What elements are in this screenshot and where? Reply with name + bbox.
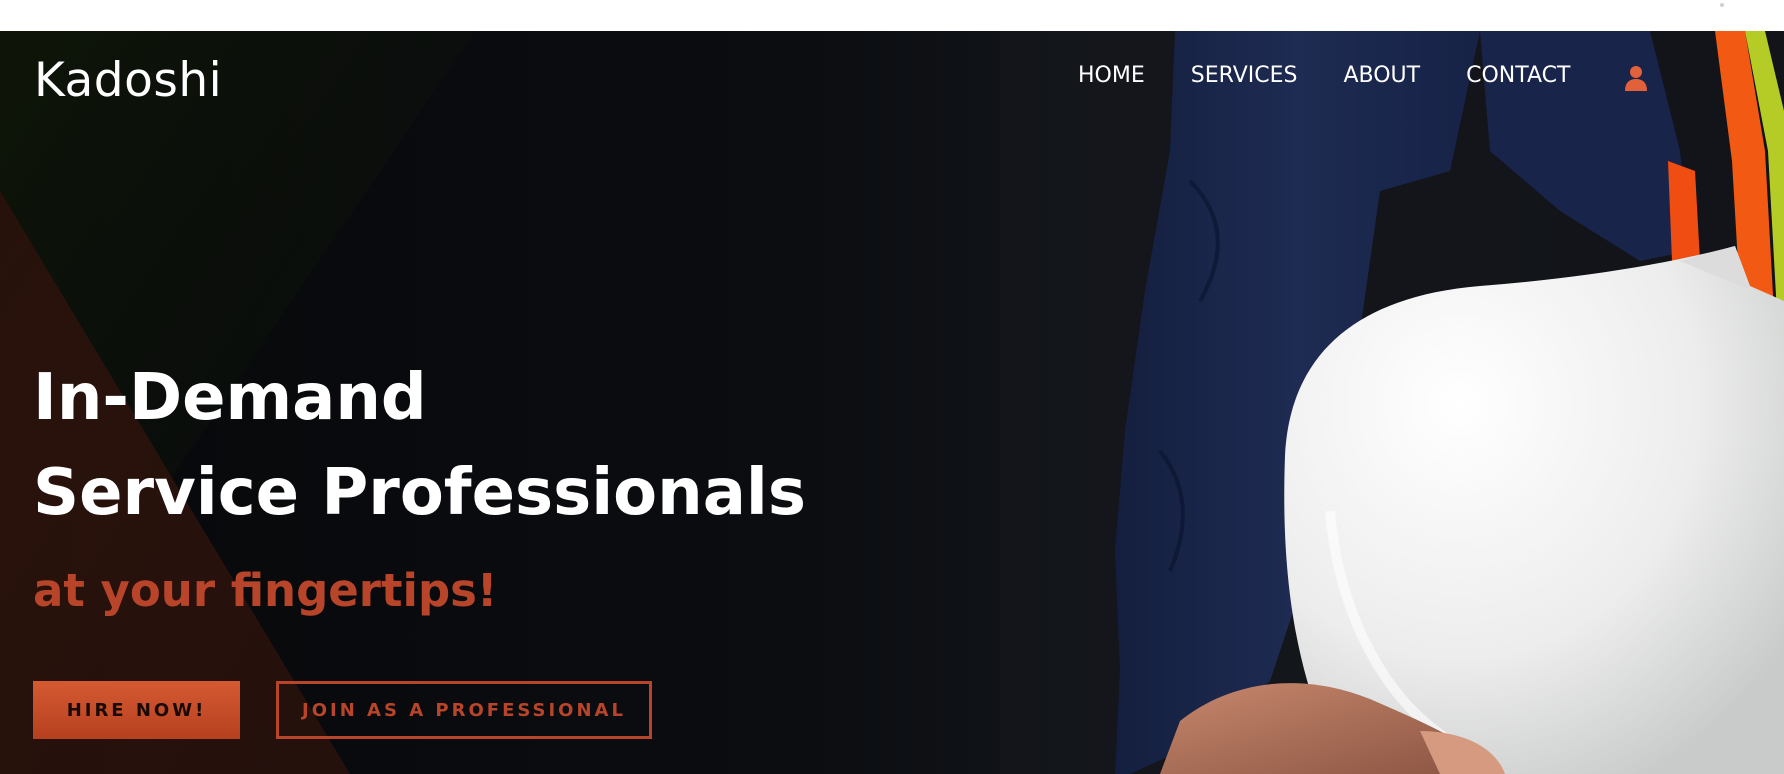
main-navigation: HOME SERVICES ABOUT CONTACT bbox=[1078, 63, 1570, 89]
brand-logo[interactable]: Kadoshi bbox=[34, 53, 222, 109]
hero-headline: In-Demand Service Professionals bbox=[33, 351, 806, 541]
scroll-indicator bbox=[1720, 3, 1724, 7]
hero-tagline: at your fingertips! bbox=[33, 564, 498, 617]
hero-section: Kadoshi HOME SERVICES ABOUT CONTACT In-D… bbox=[0, 31, 1784, 774]
headline-line-2: Service Professionals bbox=[33, 456, 806, 530]
join-as-professional-button[interactable]: JOIN AS A PROFESSIONAL bbox=[276, 681, 652, 739]
hire-now-button[interactable]: HIRE NOW! bbox=[33, 681, 240, 739]
nav-about[interactable]: ABOUT bbox=[1343, 63, 1420, 89]
user-icon[interactable] bbox=[1624, 65, 1648, 91]
nav-contact[interactable]: CONTACT bbox=[1466, 63, 1570, 89]
headline-line-1: In-Demand bbox=[33, 361, 427, 435]
nav-services[interactable]: SERVICES bbox=[1191, 63, 1298, 89]
nav-home[interactable]: HOME bbox=[1078, 63, 1145, 89]
browser-top-strip bbox=[0, 0, 1784, 31]
